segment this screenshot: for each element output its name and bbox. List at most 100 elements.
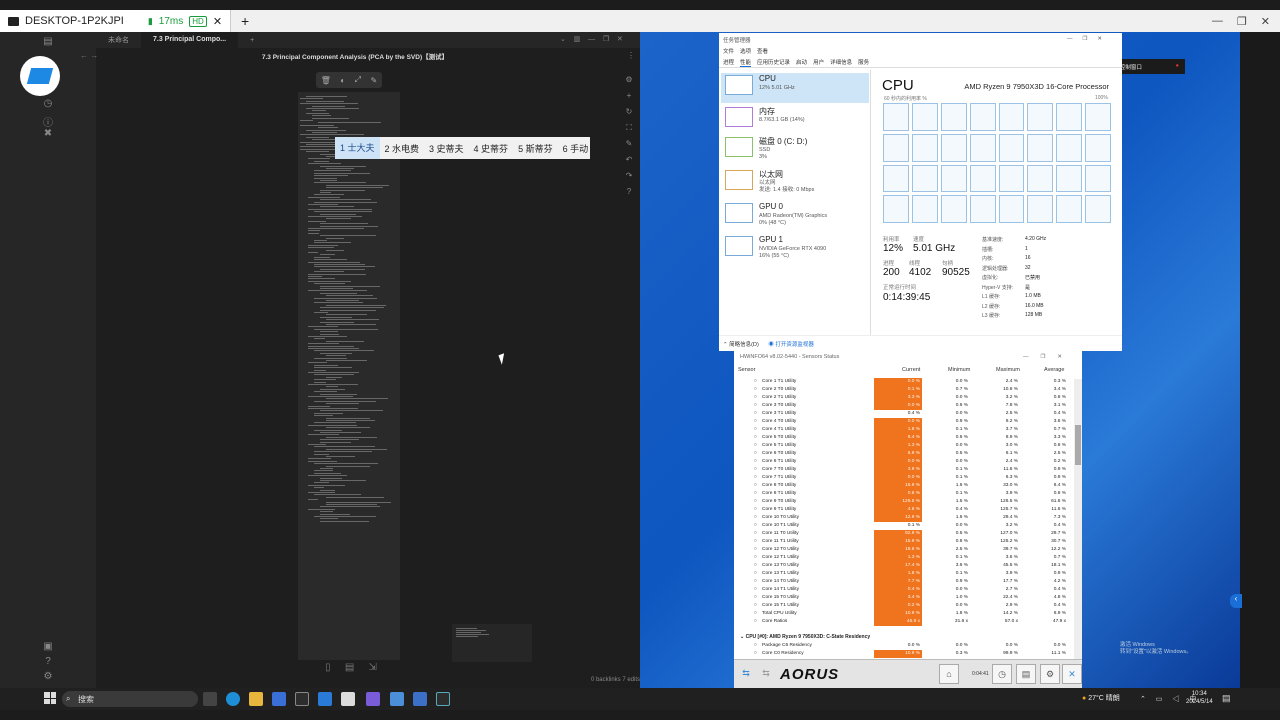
edit-icon[interactable]: ✎ — [371, 76, 378, 85]
notification-icon[interactable]: ▤ — [1222, 693, 1231, 704]
sensor-row[interactable]: ○ Core 6 T0 Utility 6.9 % 0.5 % 6.1 % 2.5 % — [734, 450, 1074, 458]
store-icon[interactable] — [272, 692, 286, 706]
scrollbar[interactable] — [1074, 379, 1082, 659]
vault-icon[interactable]: ▣ — [42, 641, 54, 653]
zoom-in-icon[interactable]: + — [624, 88, 634, 104]
ime-candidate[interactable]: 2 水电费 — [380, 142, 425, 155]
sensor-row[interactable]: ○ Core 9 T1 Utility 4.6 % 0.4 % 125.7 % 11.6 … — [734, 506, 1074, 514]
arrows-icon[interactable]: ⇆ — [736, 664, 756, 684]
sensor-row[interactable]: ○ Core 15 T1 Utility 0.2 % 0.0 % 2.9 % 0.4 % — [734, 602, 1074, 610]
section-header[interactable]: ⌄ CPU [#0]: AMD Ryzen 9 7950X3D: C-State… — [740, 634, 870, 640]
new-tab-button[interactable]: + — [231, 13, 259, 29]
window-controls[interactable]: —❐✕ — [1023, 354, 1074, 360]
tab-details[interactable]: 详细信息 — [830, 58, 852, 67]
sensor-row[interactable]: ○ Core 12 T0 Utility 18.6 % 2.5 % 39.7 % 12.2… — [734, 546, 1074, 554]
redo-icon[interactable]: ↷ — [624, 168, 634, 184]
file-icon[interactable]: ▯ — [325, 662, 331, 680]
help-icon[interactable]: ? — [42, 656, 54, 668]
sensor-row[interactable]: ○ Core 2 T0 Utility 0.1 % 0.7 % 10.6 % 3.4 % — [734, 386, 1074, 394]
sensor-row[interactable]: ○ Core 9 T0 Utility 126.5 % 1.5 % 126.5 % 61.… — [734, 498, 1074, 506]
ime-candidate[interactable]: 1 士大夫 — [335, 137, 380, 159]
tools-icon[interactable]: ✖ — [42, 128, 54, 140]
tab-processes[interactable]: 进程 — [723, 58, 734, 67]
log-icon[interactable]: ▤ — [1016, 664, 1036, 684]
sensor-row[interactable]: ○ Core 13 T1 Utility 1.8 % 0.1 % 3.9 % 0.9 % — [734, 570, 1074, 578]
arrows-icon[interactable]: ⇆ — [756, 664, 776, 684]
expand-icon[interactable]: ⤢ — [355, 75, 361, 85]
settings-icon[interactable]: ⚙ — [1040, 664, 1060, 684]
forward-arrow-icon[interactable]: → — [90, 51, 98, 60]
network-icon[interactable]: ⌂ — [939, 664, 959, 684]
menu-options[interactable]: 选项 — [740, 47, 751, 56]
menu-view[interactable]: 查看 — [757, 47, 768, 56]
tab-users[interactable]: 用户 — [813, 58, 824, 67]
tab-app-history[interactable]: 应用历史记录 — [757, 58, 790, 67]
chevron-down-icon[interactable]: ⌄ — [560, 36, 566, 43]
restore-icon[interactable]: ❐ — [603, 36, 609, 43]
app-icon[interactable] — [341, 692, 355, 706]
terminal-icon[interactable] — [295, 692, 309, 706]
tab-performance[interactable]: 性能 — [740, 58, 752, 67]
palette-icon[interactable]: ◐ — [340, 76, 345, 85]
stop-icon[interactable]: ● — [1176, 63, 1179, 69]
sensor-row[interactable]: ○ Core 14 T1 Utility 0.4 % 0.0 % 2.7 % 0.4 % — [734, 586, 1074, 594]
remote-session-tab[interactable]: DESKTOP-1P2KJPI ▮ 17ms HD ✕ — [0, 10, 232, 32]
delete-icon[interactable]: 🗑 — [321, 76, 331, 85]
sensor-row[interactable]: ○ Core 11 T0 Utility 62.9 % 0.5 % 127.0 % 29.… — [734, 530, 1074, 538]
ime-candidate[interactable]: 5 斯蒂芬 — [513, 142, 558, 155]
more-options-icon[interactable]: ⋮ — [627, 51, 635, 60]
hd-badge[interactable]: HD — [189, 15, 207, 27]
app-logo-icon[interactable] — [20, 56, 60, 96]
taskbar-clock[interactable]: 10:34 2024/5/14 — [1186, 690, 1213, 706]
weather-widget[interactable]: ● 27°C 晴朗 — [1082, 693, 1120, 703]
task-view-icon[interactable] — [203, 692, 217, 706]
tab-untitled[interactable]: 未命名 — [96, 35, 141, 45]
sensor-row[interactable]: ○ Core 7 T0 Utility 3.9 % 0.1 % 11.6 % 0.9 % — [734, 466, 1074, 474]
edge-icon[interactable] — [226, 692, 240, 706]
clock-icon[interactable]: ◷ — [992, 664, 1012, 684]
sensor-row[interactable]: ○ Package C6 Residency 0.0 % 0.0 % 0.0 % 0.0 … — [734, 642, 1074, 650]
maximize-icon[interactable]: ❐ — [1237, 15, 1247, 28]
document-icon[interactable]: ▤ — [345, 662, 354, 680]
sensor-row[interactable]: ○ Core 7 T1 Utility 0.0 % 0.1 % 6.3 % 0.9 % — [734, 474, 1074, 482]
fit-icon[interactable]: ⛶ — [624, 120, 634, 136]
sensor-row[interactable]: ○ Core Ratios 46.8 x 31.6 x 57.0 x 47.9 x — [734, 618, 1074, 626]
gear-icon[interactable]: ⚙ — [624, 72, 634, 88]
tab-pca-note[interactable]: 7.3 Principal Compo... — [141, 32, 239, 48]
open-resource-monitor-link[interactable]: 打开资源监视器 — [775, 342, 814, 348]
sensor-row[interactable]: ○ Core 3 T0 Utility 0.0 % 0.6 % 7.8 % 3.1 % — [734, 402, 1074, 410]
taskbar-search[interactable]: ⌕ 搜索 — [62, 691, 198, 707]
close-icon[interactable]: ✕ — [1261, 15, 1270, 28]
menu-file[interactable]: 文件 — [723, 47, 734, 56]
window-controls[interactable]: —❐✕ — [1067, 36, 1112, 42]
resource-ethernet[interactable]: 以太网 以太网 发送: 1.4 接收: 0 Mbps — [721, 168, 869, 198]
sensor-row[interactable]: ○ Core 4 T0 Utility 0.0 % 0.9 % 9.2 % 3.6 % — [734, 418, 1074, 426]
close-icon[interactable]: ✕ — [1062, 664, 1082, 684]
app-icon[interactable] — [318, 692, 332, 706]
sensor-row[interactable]: ○ Core 4 T1 Utility 1.8 % 0.1 % 3.7 % 0.7 % — [734, 426, 1074, 434]
sensor-row[interactable]: ○ Core C0 Residency 10.9 % 0.3 % 99.9 % 11.1 … — [734, 650, 1074, 658]
split-icon[interactable]: ▥ — [574, 36, 581, 43]
help-icon[interactable]: ? — [624, 184, 634, 200]
sensor-row[interactable]: ○ Core 12 T1 Utility 1.3 % 0.1 % 3.6 % 0.7 % — [734, 554, 1074, 562]
back-arrow-icon[interactable]: ← — [80, 51, 88, 60]
minimize-icon[interactable]: — — [1212, 15, 1223, 28]
ime-candidate[interactable]: 3 史蒂夫 — [424, 142, 469, 155]
ime-candidate[interactable]: 6 手动 — [558, 142, 594, 155]
minimize-icon[interactable]: — — [588, 36, 595, 43]
resource-gpu0[interactable]: GPU 0 AMD Radeon(TM) Graphics 0% (48 °C) — [721, 201, 869, 231]
app-icon[interactable] — [413, 692, 427, 706]
undo-icon[interactable]: ↶ — [624, 152, 634, 168]
ime-candidate[interactable]: 4 史蒂芬 — [469, 142, 514, 155]
tab-services[interactable]: 服务 — [858, 58, 869, 67]
close-icon[interactable]: ✕ — [617, 36, 623, 43]
sensor-row[interactable]: ○ Core 6 T1 Utility 0.0 % 0.0 % 2.4 % 0.2 % — [734, 458, 1074, 466]
rotate-icon[interactable]: ↻ — [624, 104, 634, 120]
sensor-row[interactable]: ○ Core 11 T1 Utility 15.9 % 0.8 % 125.2 % 30.… — [734, 538, 1074, 546]
clock-icon[interactable]: ◷ — [42, 98, 54, 110]
close-tab-icon[interactable]: ✕ — [213, 15, 222, 28]
file-explorer-icon[interactable] — [249, 692, 263, 706]
export-icon[interactable]: ⇲ — [368, 662, 376, 680]
sidebar-toggle-icon[interactable]: ▤ — [42, 36, 54, 48]
tab-startup[interactable]: 启动 — [796, 58, 807, 67]
